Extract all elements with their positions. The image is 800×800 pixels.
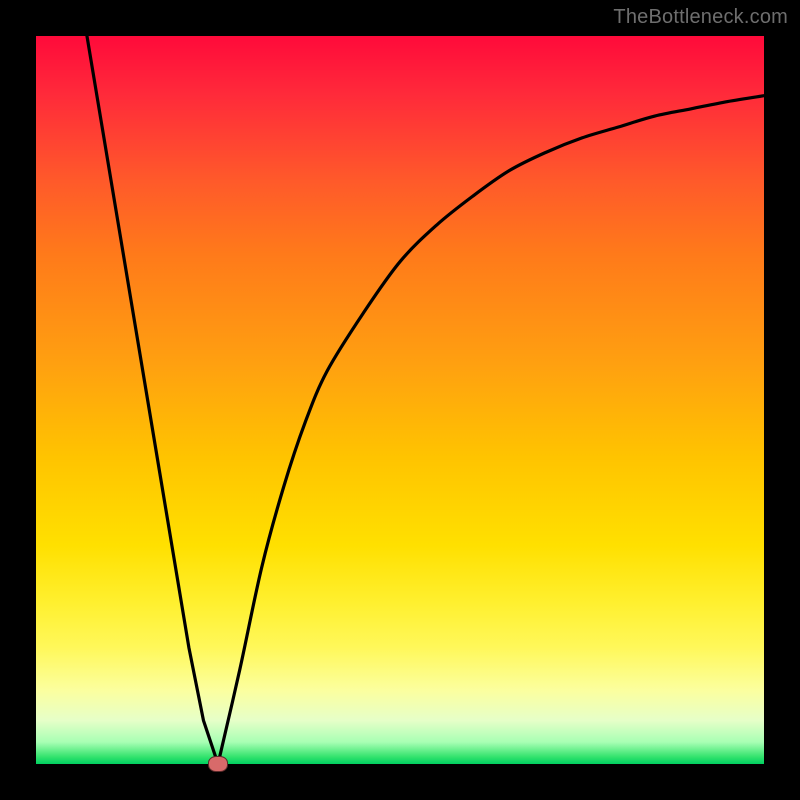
curve-path xyxy=(87,36,764,764)
plot-area xyxy=(36,36,764,764)
min-marker xyxy=(208,756,228,772)
chart-frame: TheBottleneck.com xyxy=(0,0,800,800)
curve-svg xyxy=(36,36,764,764)
watermark-text: TheBottleneck.com xyxy=(613,6,788,29)
